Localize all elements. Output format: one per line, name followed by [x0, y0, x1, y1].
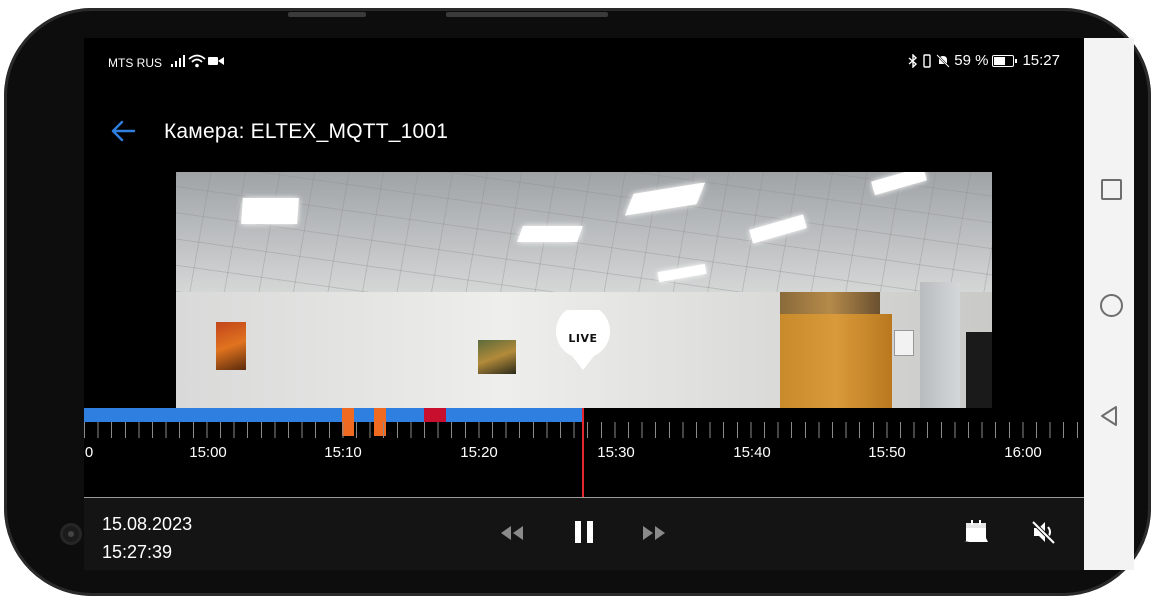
- timeline-track[interactable]: [84, 408, 1084, 436]
- fast-forward-icon[interactable]: [640, 522, 668, 544]
- ceiling-light: [241, 198, 299, 224]
- battery-percent: 59 %: [954, 52, 989, 69]
- live-label: LIVE: [568, 332, 598, 345]
- tick-label: 15:10: [324, 444, 362, 461]
- pause-icon[interactable]: [572, 518, 596, 546]
- volume-button: [288, 12, 366, 17]
- tick-label: 0: [84, 444, 94, 461]
- ceiling-light: [517, 226, 583, 242]
- cabinet-image: [780, 314, 892, 408]
- calendar-icon[interactable]: [962, 518, 990, 546]
- door-image: [920, 282, 960, 408]
- page-title: Камера: ELTEX_MQTT_1001: [164, 120, 449, 143]
- system-nav-bar: [1084, 38, 1134, 570]
- battery-icon: [992, 54, 1018, 67]
- signal-icon: [171, 55, 185, 67]
- recent-apps-icon[interactable]: [1101, 179, 1122, 200]
- tick-label: 15:30: [597, 444, 635, 461]
- status-bar: MTS RUS 59 % 15:27: [84, 38, 1084, 88]
- playback-date: 15.08.2023: [102, 514, 193, 534]
- rewind-icon[interactable]: [498, 522, 526, 544]
- tick-label: 15:40: [733, 444, 771, 461]
- app-header: Камера: ELTEX_MQTT_1001: [84, 108, 1084, 156]
- dark-object-image: [966, 332, 992, 408]
- power-button: [446, 12, 608, 17]
- recorded-segment: [84, 408, 582, 422]
- tick-label: 15:20: [460, 444, 498, 461]
- alarm-marker[interactable]: [424, 408, 446, 422]
- tick-label: 15:00: [189, 444, 227, 461]
- back-icon[interactable]: [1099, 405, 1119, 427]
- wifi-icon: [188, 54, 206, 68]
- boxes-image: [780, 292, 880, 316]
- back-arrow-icon[interactable]: [110, 118, 136, 144]
- mute-icon: [936, 53, 950, 68]
- sound-off-icon[interactable]: [1030, 518, 1058, 546]
- playback-time: 15:27:39: [102, 542, 173, 562]
- tick-label: 16:00: [1004, 444, 1042, 461]
- vibrate-icon: [923, 53, 931, 68]
- live-marker[interactable]: LIVE: [552, 304, 614, 372]
- home-icon[interactable]: [1100, 294, 1123, 317]
- video-icon: [208, 57, 224, 65]
- timeline-ticks: [84, 422, 1084, 438]
- clock: 15:27: [1022, 52, 1060, 69]
- video-feed[interactable]: [176, 172, 992, 408]
- wall-picture: [478, 340, 516, 374]
- player-controls: 15.08.2023 15:27:39: [84, 498, 1084, 570]
- playhead[interactable]: [582, 408, 584, 498]
- wall-panel-image: [894, 330, 914, 356]
- carrier-label: MTS RUS: [108, 56, 162, 70]
- front-camera: [60, 523, 82, 545]
- tick-label: 15:50: [868, 444, 906, 461]
- bluetooth-icon: [908, 53, 918, 68]
- app-screen: MTS RUS 59 % 15:27 Камера: ELTEX_MQTT_10…: [84, 38, 1084, 570]
- ceiling-image: [176, 172, 992, 292]
- wall-picture: [216, 322, 246, 370]
